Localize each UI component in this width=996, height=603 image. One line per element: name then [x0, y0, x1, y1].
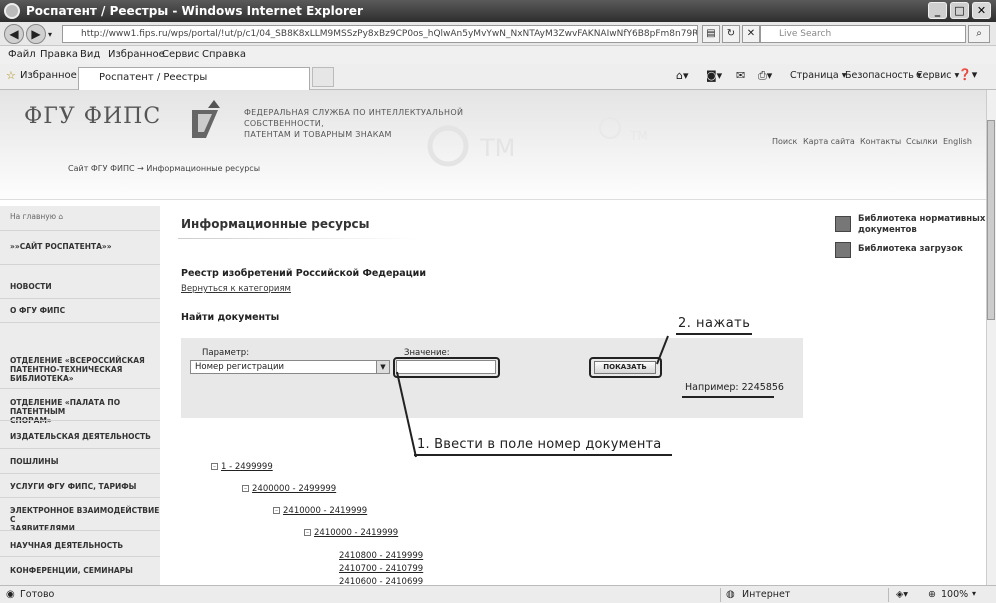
nav-publishing[interactable]: ИЗДАТЕЛЬСКАЯ ДЕЯТЕЛЬНОСТЬ: [0, 432, 160, 441]
nav-conferences[interactable]: КОНФЕРЕНЦИИ, СЕМИНАРЫ: [0, 566, 160, 575]
new-tab-button[interactable]: [312, 67, 334, 87]
help-icon[interactable]: ❓▾: [958, 68, 977, 81]
tab-label: Роспатент / Реестры: [99, 72, 208, 83]
disk-icon: [835, 242, 851, 258]
menu-view[interactable]: Вид: [80, 49, 100, 60]
nav-rospatent[interactable]: »»САЙТ РОСПАТЕНТА»»: [0, 242, 160, 251]
search-icon[interactable]: ⌕: [968, 25, 990, 43]
zoom-level[interactable]: 100%: [941, 589, 968, 600]
protected-mode-icon[interactable]: ◈▾: [896, 589, 908, 600]
tools-menu[interactable]: Сервис ▾: [916, 70, 959, 81]
address-bar: ◀ ▶ ▾ http://www1.fips.ru/wps/portal/!ut…: [0, 22, 996, 46]
url-input[interactable]: http://www1.fips.ru/wps/portal/!ut/p/c1/…: [62, 25, 698, 43]
scrollbar-thumb[interactable]: [987, 120, 995, 320]
watermark-icon: TM TM: [427, 117, 648, 167]
link-search[interactable]: Поиск: [772, 137, 797, 146]
web-page: ФГУ ФИПС ФЕДЕРАЛЬНАЯ СЛУЖБА ПО ИНТЕЛЛЕКТ…: [0, 90, 986, 585]
annotation-arrows: [396, 335, 669, 458]
print-icon[interactable]: ⎙▾: [758, 69, 772, 83]
menu-tools[interactable]: Сервис: [162, 49, 199, 60]
window-titlebar: Роспатент / Реестры - Windows Internet E…: [0, 0, 996, 22]
link-english[interactable]: English: [943, 137, 972, 146]
downloads-library-link[interactable]: Библиотека загрузок: [858, 244, 963, 255]
nav-news[interactable]: НОВОСТИ: [0, 282, 160, 291]
forward-icon[interactable]: ▶: [26, 24, 46, 44]
annotation-underline: [414, 454, 672, 456]
home-icon[interactable]: ⌂▾: [676, 69, 689, 82]
page-menu[interactable]: Страница ▾: [790, 70, 847, 81]
tree-leaf[interactable]: 2410600 - 2410699: [339, 577, 423, 585]
status-icon: ◉: [6, 589, 15, 600]
status-text: Готово: [20, 589, 55, 600]
nav-home[interactable]: На главную ⌂: [0, 212, 160, 221]
main-content: Информационные ресурсы Реестр изобретени…: [160, 200, 822, 585]
tree-node[interactable]: –2400000 - 2499999: [242, 484, 336, 494]
favorites-star-icon[interactable]: ☆: [6, 69, 16, 82]
tree-node[interactable]: –2410000 - 2419999: [273, 506, 367, 516]
link-links[interactable]: Ссылки: [906, 137, 937, 146]
ie-logo-icon: [4, 3, 20, 19]
refresh-icon[interactable]: ↻: [722, 25, 740, 43]
stop-icon[interactable]: ✕: [742, 25, 760, 43]
history-dropdown-icon[interactable]: ▾: [48, 30, 52, 39]
minimize-button[interactable]: _: [928, 2, 947, 19]
maximize-button[interactable]: □: [950, 2, 969, 19]
tree-node[interactable]: –1 - 2499999: [211, 462, 273, 472]
site-logo[interactable]: ФГУ ФИПС: [24, 104, 161, 129]
menu-favorites[interactable]: Избранное: [108, 49, 165, 60]
mail-icon[interactable]: ✉: [736, 69, 745, 82]
nav-fees[interactable]: ПОШЛИНЫ: [0, 457, 160, 466]
right-column: Библиотека нормативных документов Библиот…: [822, 200, 986, 585]
annotation-enter-number: 1. Ввести в поле номер документа: [417, 437, 662, 452]
zoom-icon: ⊕: [928, 589, 936, 600]
site-header: ФГУ ФИПС ФЕДЕРАЛЬНАЯ СЛУЖБА ПО ИНТЕЛЛЕКТ…: [0, 90, 986, 200]
link-sitemap[interactable]: Карта сайта: [803, 137, 855, 146]
zone-text: Интернет: [742, 589, 791, 600]
menu-file[interactable]: Файл: [8, 49, 36, 60]
left-nav: На главную ⌂ »»САЙТ РОСПАТЕНТА»» НОВОСТИ…: [0, 206, 160, 585]
breadcrumb[interactable]: Сайт ФГУ ФИПС → Информационные ресурсы: [68, 164, 260, 173]
close-button[interactable]: ✕: [972, 2, 991, 19]
svg-text:TM: TM: [479, 134, 515, 162]
compat-icon[interactable]: ▤: [702, 25, 720, 43]
nav-library[interactable]: ОТДЕЛЕНИЕ «ВСЕРОССИЙСКАЯ ПАТЕНТНО-ТЕХНИЧЕ…: [0, 356, 160, 383]
favorites-button[interactable]: Избранное: [20, 70, 77, 81]
window-title: Роспатент / Реестры - Windows Internet E…: [26, 4, 363, 18]
nav-services[interactable]: УСЛУГИ ФГУ ФИПС, ТАРИФЫ: [0, 482, 160, 491]
status-bar: ◉ Готово ◍ Интернет ◈▾ ⊕ 100% ▾: [0, 585, 996, 603]
emblem-icon: [192, 100, 220, 138]
tab-active[interactable]: Роспатент / Реестры: [78, 67, 310, 90]
menu-bar: Файл Правка Вид Избранное Сервис Справка: [0, 46, 996, 64]
globe-icon: ◍: [726, 589, 735, 600]
safety-menu[interactable]: Безопасность ▾: [845, 70, 922, 81]
feeds-icon[interactable]: ◙▾: [706, 69, 722, 82]
link-contacts[interactable]: Контакты: [860, 137, 901, 146]
menu-help[interactable]: Справка: [202, 49, 246, 60]
nav-science[interactable]: НАУЧНАЯ ДЕЯТЕЛЬНОСТЬ: [0, 541, 160, 550]
nav-e-interaction[interactable]: ЭЛЕКТРОННОЕ ВЗАИМОДЕЙСТВИЕ С ЗАЯВИТЕЛЯМИ: [0, 506, 160, 533]
tree-leaf[interactable]: 2410700 - 2410799: [339, 564, 423, 574]
tree-leaf[interactable]: 2410800 - 2419999: [339, 551, 423, 561]
zoom-dropdown-icon[interactable]: ▾: [972, 589, 976, 598]
tree-node[interactable]: –2410000 - 2419999: [304, 528, 398, 538]
back-icon[interactable]: ◀: [4, 24, 24, 44]
menu-edit[interactable]: Правка: [40, 49, 78, 60]
svg-text:TM: TM: [629, 129, 648, 143]
regulatory-library-link[interactable]: Библиотека нормативных документов: [858, 214, 985, 236]
search-input[interactable]: Live Search: [760, 25, 966, 43]
nav-about[interactable]: О ФГУ ФИПС: [0, 306, 160, 315]
book-icon: [835, 216, 851, 232]
tab-row: ☆ Избранное Роспатент / Реестры ⌂▾ ◙▾ ✉ …: [0, 64, 996, 90]
